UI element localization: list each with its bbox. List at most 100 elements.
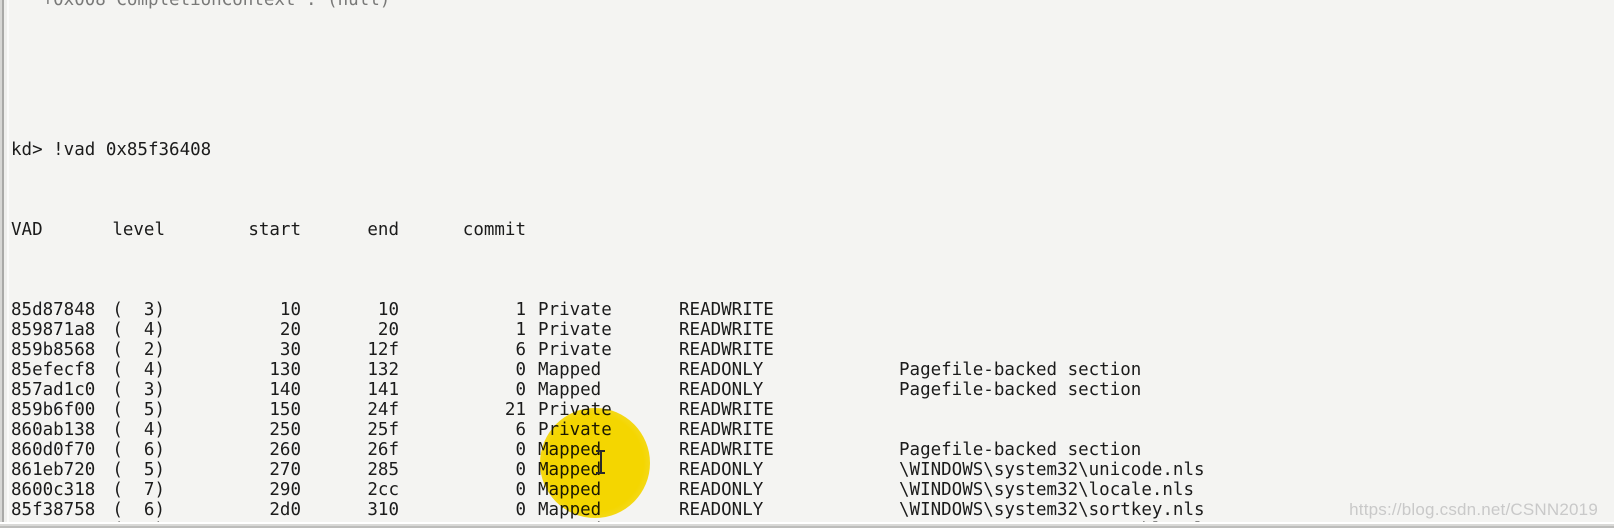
cell-level: ( 3) bbox=[112, 380, 165, 400]
cell-end: 12f bbox=[367, 340, 399, 360]
cell-start: 140 bbox=[269, 380, 301, 400]
cell-end: 310 bbox=[367, 500, 399, 520]
cell-type: Mapped bbox=[538, 360, 602, 380]
cell-vad: 85efecf8 bbox=[11, 360, 96, 380]
cell-start: 30 bbox=[279, 340, 301, 360]
cell-vad: 85d87848 bbox=[11, 300, 96, 320]
cell-start: 20 bbox=[279, 320, 301, 340]
cell-end: 2cc bbox=[367, 480, 399, 500]
cell-level: ( 4) bbox=[112, 420, 165, 440]
cell-vad: 857ad1c0 bbox=[11, 380, 96, 400]
cell-commit: 0 bbox=[515, 460, 526, 480]
cell-file: Pagefile-backed section bbox=[899, 440, 1142, 460]
table-row: 860ab138 ( 4) 250 25f 6 Private READWRITE bbox=[11, 420, 1614, 440]
cell-start: 130 bbox=[269, 360, 301, 380]
cell-level: ( 3) bbox=[112, 300, 165, 320]
cell-protection: READWRITE bbox=[679, 340, 774, 360]
cell-level: ( 5) bbox=[112, 400, 165, 420]
cell-vad: 861eb720 bbox=[11, 460, 96, 480]
cell-level: ( 4) bbox=[112, 320, 165, 340]
cell-type: Private bbox=[538, 420, 612, 440]
cell-level: ( 2) bbox=[112, 340, 165, 360]
cell-file: \WINDOWS\system32\locale.nls bbox=[899, 480, 1195, 500]
cell-end: 141 bbox=[367, 380, 399, 400]
cell-type: Mapped bbox=[538, 460, 602, 480]
console-text-surface[interactable]: kd> !vad 0x85f36408 VAD level start end … bbox=[11, 0, 1614, 528]
window-bottom-bevel bbox=[0, 522, 1614, 528]
cell-protection: READWRITE bbox=[679, 440, 774, 460]
cell-vad: 85f38758 bbox=[11, 500, 96, 520]
cell-type: Private bbox=[538, 340, 612, 360]
cell-protection: READONLY bbox=[679, 380, 764, 400]
table-row: 859871a8 ( 4) 20 20 1 Private READWRITE bbox=[11, 320, 1614, 340]
cell-type: Private bbox=[538, 320, 612, 340]
cell-protection: READWRITE bbox=[679, 400, 774, 420]
cell-protection: READWRITE bbox=[679, 420, 774, 440]
cell-end: 132 bbox=[367, 360, 399, 380]
cell-end: 26f bbox=[367, 440, 399, 460]
table-row: 85d87848 ( 3) 10 10 1 Private READWRITE bbox=[11, 300, 1614, 320]
table-row: 85efecf8 ( 4) 130 132 0 Mapped READONLY Pagefil… bbox=[11, 360, 1614, 380]
cell-end: 24f bbox=[367, 400, 399, 420]
cell-type: Mapped bbox=[538, 380, 602, 400]
cell-file: \WINDOWS\system32\sortkey.nls bbox=[899, 500, 1205, 520]
cell-commit: 0 bbox=[515, 440, 526, 460]
cell-file: Pagefile-backed section bbox=[899, 380, 1142, 400]
cell-commit: 0 bbox=[515, 380, 526, 400]
cell-protection: READWRITE bbox=[679, 300, 774, 320]
cell-level: ( 7) bbox=[112, 480, 165, 500]
cell-type: Mapped bbox=[538, 480, 602, 500]
cell-vad: 860d0f70 bbox=[11, 440, 96, 460]
cell-type: Mapped bbox=[538, 500, 602, 520]
column-header-end: end bbox=[367, 220, 399, 240]
cell-level: ( 5) bbox=[112, 460, 165, 480]
column-header-level: level bbox=[112, 220, 165, 240]
prompt-line: kd> !vad 0x85f36408 bbox=[11, 140, 212, 160]
cell-level: ( 6) bbox=[112, 440, 165, 460]
vad-table-body: 85d87848( 3) 10 10 1 Private READWRITE 859871a… bbox=[11, 300, 1614, 528]
cell-commit: 0 bbox=[515, 500, 526, 520]
cell-protection: READONLY bbox=[679, 460, 764, 480]
window-left-bevel bbox=[0, 0, 9, 528]
table-row: 859b8568 ( 2) 30 12f 6 Private READWRITE bbox=[11, 340, 1614, 360]
cell-type: Private bbox=[538, 300, 612, 320]
cell-protection: READONLY bbox=[679, 480, 764, 500]
cell-end: 25f bbox=[367, 420, 399, 440]
cell-protection: READWRITE bbox=[679, 320, 774, 340]
cell-commit: 21 bbox=[504, 400, 526, 420]
table-row: 861eb720 ( 5) 270 285 0 Mapped READONLY \WINDOW… bbox=[11, 460, 1614, 480]
cell-vad: 859871a8 bbox=[11, 320, 96, 340]
table-row: 8600c318 ( 7) 290 2cc 0 Mapped READONLY \WINDOW… bbox=[11, 480, 1614, 500]
cell-commit: 0 bbox=[515, 360, 526, 380]
column-header-commit: commit bbox=[462, 220, 526, 240]
cell-end: 10 bbox=[377, 300, 399, 320]
cell-commit: 0 bbox=[515, 480, 526, 500]
cell-commit: 6 bbox=[515, 340, 526, 360]
cell-start: 270 bbox=[269, 460, 301, 480]
cell-start: 260 bbox=[269, 440, 301, 460]
cell-commit: 1 bbox=[515, 320, 526, 340]
cell-start: 2d0 bbox=[269, 500, 301, 520]
cell-level: ( 6) bbox=[112, 500, 165, 520]
cell-start: 150 bbox=[269, 400, 301, 420]
windbg-command-window[interactable]: +0x008 CompletionContext : (null) kd> !v… bbox=[0, 0, 1614, 528]
column-header-start: start bbox=[248, 220, 301, 240]
cell-file: Pagefile-backed section bbox=[899, 360, 1142, 380]
table-row: 857ad1c0 ( 3) 140 141 0 Mapped READONLY Pagefil… bbox=[11, 380, 1614, 400]
table-header-row: VAD level start end commit bbox=[11, 220, 1614, 240]
cell-commit: 6 bbox=[515, 420, 526, 440]
cell-start: 250 bbox=[269, 420, 301, 440]
cell-vad: 859b8568 bbox=[11, 340, 96, 360]
cell-vad: 859b6f00 bbox=[11, 400, 96, 420]
cell-vad: 860ab138 bbox=[11, 420, 96, 440]
cell-level: ( 4) bbox=[112, 360, 165, 380]
cell-start: 10 bbox=[279, 300, 301, 320]
cell-end: 20 bbox=[377, 320, 399, 340]
cell-type: Mapped bbox=[538, 440, 602, 460]
table-row: 859b6f00 ( 5) 150 24f 21 Private READWRITE bbox=[11, 400, 1614, 420]
watermark-text: https://blog.csdn.net/CSNN2019 bbox=[1349, 500, 1598, 519]
cell-end: 285 bbox=[367, 460, 399, 480]
cell-protection: READONLY bbox=[679, 500, 764, 520]
cell-start: 290 bbox=[269, 480, 301, 500]
cell-protection: READONLY bbox=[679, 360, 764, 380]
